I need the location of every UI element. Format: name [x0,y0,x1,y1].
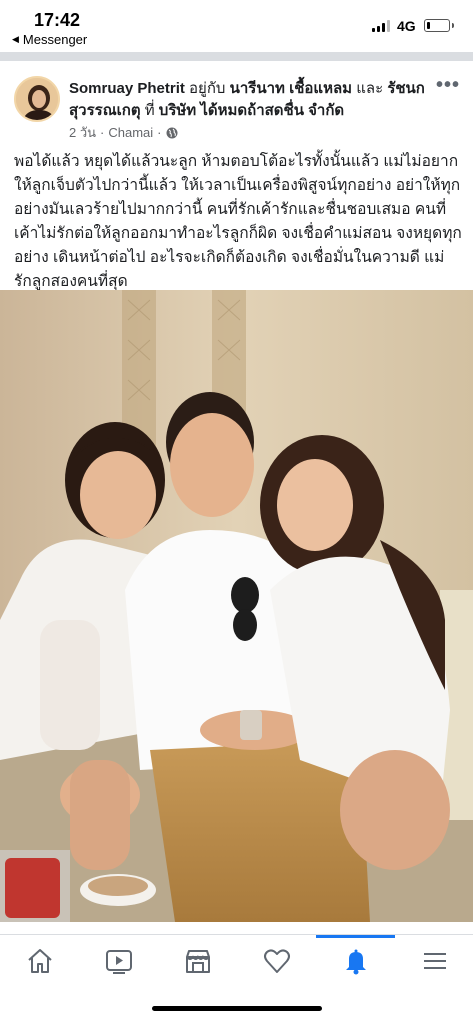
globe-icon [166,127,178,138]
at-text: ที่ [144,102,155,119]
post-body-text: พอได้แล้ว หยุดได้แล้วนะลูก ห้ามตอบโต้อะไ… [14,153,462,290]
nav-menu[interactable] [395,935,473,987]
back-to-app-link[interactable]: ◀ Messenger [12,32,87,47]
marketplace-icon [185,950,210,973]
nav-home[interactable] [0,935,79,987]
with-text: อยู่กับ [189,80,226,97]
back-app-label: Messenger [22,32,88,47]
post-more-options-button[interactable]: ••• [436,75,460,95]
and-text: และ [356,80,384,97]
post-time[interactable]: 2 วัน [69,122,96,143]
menu-icon [423,953,446,969]
signal-strength-icon [372,20,390,32]
home-icon [27,949,52,973]
post-location[interactable]: Chamai [108,125,153,140]
network-type: 4G [397,18,416,34]
meta-separator-2: · [157,125,162,140]
home-indicator[interactable] [152,1006,322,1011]
back-triangle-icon: ◀ [12,34,19,44]
author-avatar[interactable] [14,76,60,122]
clock-time: 17:42 [34,10,81,30]
meta-separator: · [100,125,105,140]
post-photo[interactable] [0,290,473,922]
nav-dating[interactable] [237,935,316,987]
post-photo-image [0,290,473,922]
notifications-bell-icon [345,949,366,975]
nav-marketplace[interactable] [158,935,237,987]
status-bar: 17:42 ◀ Messenger 4G [0,0,473,52]
nav-notifications[interactable] [316,935,395,987]
place-link[interactable]: บริษัท ได้หมดถ้าสดชื่น จำกัด [159,102,344,119]
tagged-user-1-link[interactable]: นารีนาท เชื้อแหลม [230,80,352,97]
video-icon [105,950,132,974]
post-meta: 2 วัน · Chamai · [69,122,178,143]
feed-divider [0,52,473,61]
battery-icon [424,19,454,32]
heart-icon [263,949,290,973]
author-name-link[interactable]: Somruay Phetrit [69,80,185,97]
post-author-line: Somruay Phetrit อยู่กับ นารีนาท เชื้อแหล… [69,78,431,122]
nav-watch[interactable] [79,935,158,987]
